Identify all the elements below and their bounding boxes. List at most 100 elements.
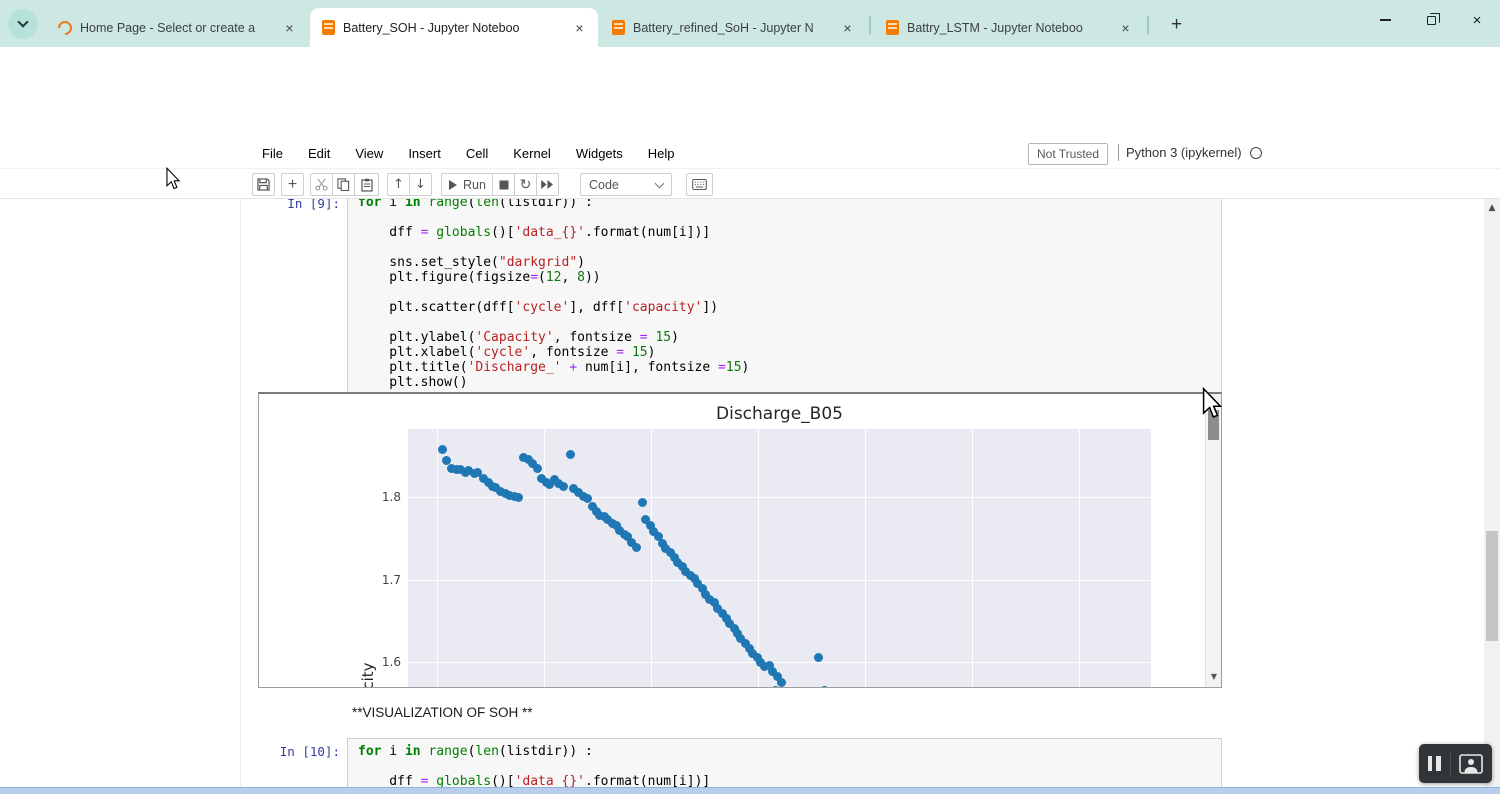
tab-title: Battry_LSTM - Jupyter Noteboo	[907, 21, 1109, 35]
code-token: 12	[546, 270, 562, 285]
tab-divider	[1147, 16, 1149, 34]
code-line[interactable]	[358, 240, 1221, 255]
markdown-cell-text[interactable]: **VISUALIZATION OF SOH **	[352, 705, 533, 720]
code-token: globals	[436, 225, 491, 240]
code-token: for	[358, 199, 381, 210]
code-token: 'cycle'	[475, 345, 530, 360]
save-icon	[257, 178, 270, 191]
page-scrollbar[interactable]: ▲	[1484, 199, 1500, 787]
keyboard-icon	[692, 179, 707, 190]
menu-view[interactable]: View	[355, 146, 383, 161]
code-cell-in10[interactable]: for i in range(len(listdir)) : dff = glo…	[347, 738, 1222, 787]
close-window-button[interactable]: ×	[1454, 0, 1500, 40]
code-line[interactable]: plt.show()	[358, 375, 1221, 390]
gridline-vertical	[437, 429, 438, 688]
cut-cell-button[interactable]	[310, 173, 333, 196]
code-token: i	[381, 199, 404, 210]
pause-button[interactable]	[1428, 756, 1441, 771]
gridline-vertical	[1079, 429, 1080, 688]
tab-battery-refined-soh[interactable]: Battery_refined_SoH - Jupyter N ×	[600, 8, 866, 47]
code-line[interactable]: for i in range(len(listdir)) :	[358, 744, 1221, 759]
menu-insert[interactable]: Insert	[408, 146, 441, 161]
paste-cell-button[interactable]	[354, 173, 379, 196]
menu-help[interactable]: Help	[648, 146, 675, 161]
gridline-vertical	[651, 429, 652, 688]
move-cell-up-button[interactable]: ↑	[387, 173, 410, 196]
code-line[interactable]: dff = globals()['data_{}'.format(num[i])…	[358, 225, 1221, 240]
menu-kernel[interactable]: Kernel	[513, 146, 551, 161]
copy-cell-button[interactable]	[332, 173, 355, 196]
restore-icon	[1427, 16, 1436, 25]
scatter-point	[638, 498, 647, 507]
code-line[interactable]	[358, 759, 1221, 774]
menu-widgets[interactable]: Widgets	[576, 146, 623, 161]
minimize-button[interactable]	[1362, 0, 1408, 40]
code-editor[interactable]: for i in range(len(listdir)) : dff = glo…	[358, 744, 1221, 787]
code-line[interactable]: sns.set_style("darkgrid")	[358, 255, 1221, 270]
page-scrollbar-thumb[interactable]	[1486, 531, 1498, 641]
code-editor[interactable]: for i in range(len(listdir)) : dff = glo…	[358, 199, 1221, 390]
run-button[interactable]: Run	[441, 173, 493, 196]
recording-controls	[1419, 744, 1492, 783]
code-token: range	[428, 199, 467, 210]
chevron-down-icon	[655, 178, 665, 188]
minimize-icon	[1380, 19, 1391, 21]
add-cell-button[interactable]: +	[281, 173, 304, 196]
code-line[interactable]: dff = globals()['data_{}'.format(num[i])…	[358, 774, 1221, 787]
code-token: "darkgrid"	[499, 255, 577, 270]
gridline-vertical	[758, 429, 759, 688]
code-token: in	[405, 744, 421, 759]
code-line[interactable]: plt.scatter(dff['cycle'], dff['capacity'…	[358, 300, 1221, 315]
output-scrollbar[interactable]: ▲ ▼	[1205, 394, 1221, 687]
cell-output-area[interactable]: Discharge_B05 1.8 1.7 1.6 Capacity ▲ ▼	[258, 392, 1222, 688]
code-line[interactable]	[358, 285, 1221, 300]
code-cell-in9[interactable]: for i in range(len(listdir)) : dff = glo…	[347, 199, 1222, 393]
code-token: ])	[702, 300, 718, 315]
menu-file[interactable]: File	[262, 146, 283, 161]
code-line[interactable]: plt.ylabel('Capacity', fontsize = 15)	[358, 330, 1221, 345]
tab-search-button[interactable]	[8, 9, 38, 39]
tab-home-page[interactable]: Home Page - Select or create a ×	[46, 8, 308, 47]
restore-button[interactable]	[1408, 0, 1454, 40]
restart-kernel-button[interactable]: ↻	[514, 173, 537, 196]
code-token: len	[475, 744, 498, 759]
close-icon[interactable]: ×	[571, 19, 588, 36]
code-token: =	[616, 345, 624, 360]
code-line[interactable]: plt.figure(figsize=(12, 8))	[358, 270, 1221, 285]
code-token: i	[381, 744, 404, 759]
code-token: +	[569, 360, 577, 375]
interrupt-kernel-button[interactable]	[492, 173, 515, 196]
new-tab-button[interactable]: +	[1164, 12, 1189, 37]
tab-battery-soh[interactable]: Battery_SOH - Jupyter Noteboo ×	[310, 8, 598, 47]
scroll-down-icon[interactable]: ▼	[1206, 672, 1222, 681]
menu-cell[interactable]: Cell	[466, 146, 488, 161]
code-line[interactable]	[358, 315, 1221, 330]
command-palette-button[interactable]	[686, 173, 713, 196]
notebook-icon	[322, 20, 335, 35]
mouse-cursor	[163, 167, 183, 190]
cell-type-dropdown[interactable]: Code	[580, 173, 672, 196]
run-label: Run	[463, 178, 486, 192]
code-line[interactable]: for i in range(len(listdir)) :	[358, 199, 1221, 210]
code-line[interactable]: plt.title('Discharge_' + num[i], fontsiz…	[358, 360, 1221, 375]
close-icon[interactable]: ×	[281, 19, 298, 36]
code-token: ()[	[491, 774, 514, 787]
move-cell-down-button[interactable]: ↓	[409, 173, 432, 196]
save-button[interactable]	[252, 173, 275, 196]
close-icon[interactable]: ×	[839, 19, 856, 36]
scroll-up-icon[interactable]: ▲	[1484, 203, 1500, 213]
trust-status-button[interactable]: Not Trusted	[1028, 143, 1108, 165]
code-token: =	[530, 270, 538, 285]
scatter-point	[438, 445, 447, 454]
code-line[interactable]	[358, 210, 1221, 225]
webcam-overlay-button[interactable]	[1459, 754, 1483, 774]
menu-edit[interactable]: Edit	[308, 146, 330, 161]
code-token: 'cycle'	[515, 300, 570, 315]
code-line[interactable]: plt.xlabel('cycle', fontsize = 15)	[358, 345, 1221, 360]
scatter-point	[514, 493, 523, 502]
jupyter-ring-icon	[55, 18, 75, 38]
code-token: , fontsize	[554, 330, 640, 345]
close-icon[interactable]: ×	[1117, 19, 1134, 36]
tab-battry-lstm[interactable]: Battry_LSTM - Jupyter Noteboo ×	[874, 8, 1144, 47]
restart-run-all-button[interactable]	[536, 173, 559, 196]
